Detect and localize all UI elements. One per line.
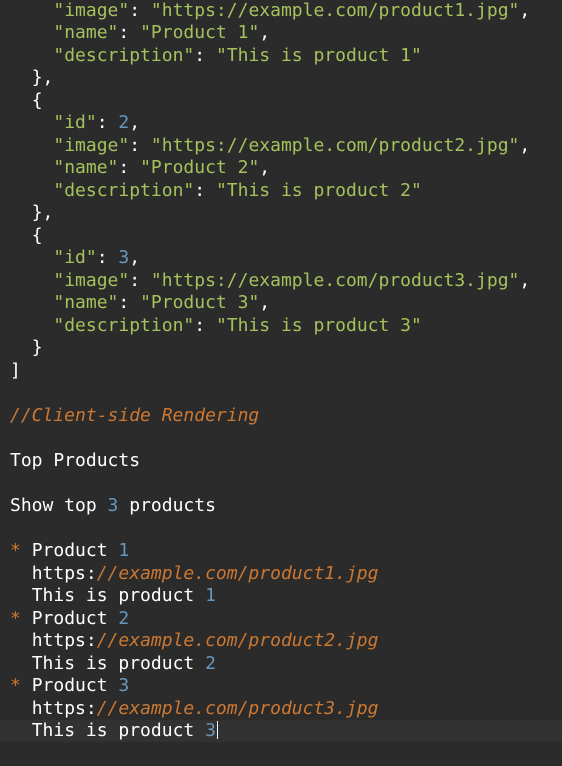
show-top-count: 3	[107, 495, 119, 516]
code-line: "description": "This is product 1"	[53, 45, 422, 66]
json-key: "name"	[53, 157, 119, 178]
bullet-marker: *	[10, 608, 21, 629]
code-line: This is product 2	[10, 653, 562, 675]
json-value: "https://example.com/product2.jpg"	[150, 135, 520, 156]
product-url: //example.com/product1.jpg	[96, 563, 379, 584]
product-name: Product	[31, 608, 119, 629]
json-brace: },	[31, 202, 54, 223]
product-description-number: 2	[205, 653, 216, 674]
code-line: },	[10, 67, 562, 89]
json-value: "https://example.com/product1.jpg"	[150, 0, 520, 21]
json-brace: {	[31, 90, 43, 111]
code-line: "name": "Product 2",	[53, 157, 271, 178]
list-item: * Product 3	[10, 675, 562, 697]
json-key: "description"	[53, 45, 195, 66]
bullet-marker: *	[10, 540, 21, 561]
show-top-prefix: Show top	[10, 495, 108, 516]
code-line: "image": "https://example.com/product3.j…	[53, 270, 531, 291]
product-url: //example.com/product2.jpg	[96, 630, 379, 651]
code-line: },	[10, 202, 562, 224]
current-line[interactable]: This is product 3	[0, 720, 562, 742]
code-line: }	[10, 337, 562, 359]
code-line: "description": "This is product 3"	[53, 315, 422, 336]
code-line: https://example.com/product2.jpg	[10, 630, 562, 652]
json-value: "This is product 1"	[215, 45, 422, 66]
json-brace: },	[31, 67, 54, 88]
code-line: "description": "This is product 2"	[53, 180, 422, 201]
code-line: "image": "https://example.com/product2.j…	[53, 135, 531, 156]
json-brace: {	[31, 225, 43, 246]
code-line: https://example.com/product1.jpg	[10, 563, 562, 585]
code-line: https://example.com/product3.jpg	[10, 698, 562, 720]
code-comment: //Client-side Rendering	[10, 405, 260, 426]
url-scheme: https:	[31, 563, 97, 584]
code-line: "image": "https://example.com/product1.j…	[53, 0, 531, 21]
text-caret	[216, 721, 218, 739]
product-number: 1	[118, 540, 130, 561]
bullet-marker: *	[10, 675, 21, 696]
code-line: {	[10, 225, 562, 247]
code-line: Top Products	[10, 450, 562, 472]
json-value: "https://example.com/product3.jpg"	[150, 270, 520, 291]
url-scheme: https:	[31, 630, 97, 651]
code-line: "id": 3,	[53, 247, 141, 268]
json-value: "This is product 2"	[215, 180, 422, 201]
code-line: "name": "Product 1",	[53, 22, 271, 43]
product-name: Product	[31, 675, 119, 696]
product-url: //example.com/product3.jpg	[96, 698, 379, 719]
code-line: "name": "Product 3",	[53, 292, 271, 313]
json-key: "id"	[53, 247, 97, 268]
product-name: Product	[31, 540, 119, 561]
product-number: 3	[118, 675, 130, 696]
json-value: "Product 3"	[140, 292, 260, 313]
code-line: //Client-side Rendering	[10, 405, 562, 427]
code-line: Show top 3 products	[10, 495, 562, 517]
json-key: "image"	[53, 270, 130, 291]
json-value: "Product 1"	[140, 22, 260, 43]
json-bracket: ]	[10, 360, 21, 381]
json-key: "image"	[53, 135, 130, 156]
json-value: 2	[118, 112, 130, 133]
json-value: "This is product 3"	[215, 315, 422, 336]
json-key: "name"	[53, 22, 119, 43]
json-key: "id"	[53, 112, 97, 133]
show-top-suffix: products	[118, 495, 216, 516]
section-heading: Top Products	[10, 450, 141, 471]
product-number: 2	[118, 608, 130, 629]
json-key: "image"	[53, 0, 130, 21]
json-value: 3	[118, 247, 130, 268]
code-editor[interactable]: "image": "https://example.com/product1.j…	[0, 0, 562, 766]
code-line: This is product 1	[10, 585, 562, 607]
code-line: {	[10, 90, 562, 112]
code-line: "id": 2,	[53, 112, 141, 133]
json-key: "name"	[53, 292, 119, 313]
json-value: "Product 2"	[140, 157, 260, 178]
json-brace: }	[31, 337, 43, 358]
product-description: This is product	[31, 720, 206, 741]
list-item: * Product 1	[10, 540, 562, 562]
product-description-number: 1	[205, 585, 216, 606]
json-key: "description"	[53, 315, 195, 336]
code-line: ]	[10, 360, 562, 382]
product-description: This is product	[31, 585, 206, 606]
product-description-number: 3	[205, 720, 216, 741]
json-key: "description"	[53, 180, 195, 201]
product-description: This is product	[31, 653, 206, 674]
url-scheme: https:	[31, 698, 97, 719]
list-item: * Product 2	[10, 608, 562, 630]
